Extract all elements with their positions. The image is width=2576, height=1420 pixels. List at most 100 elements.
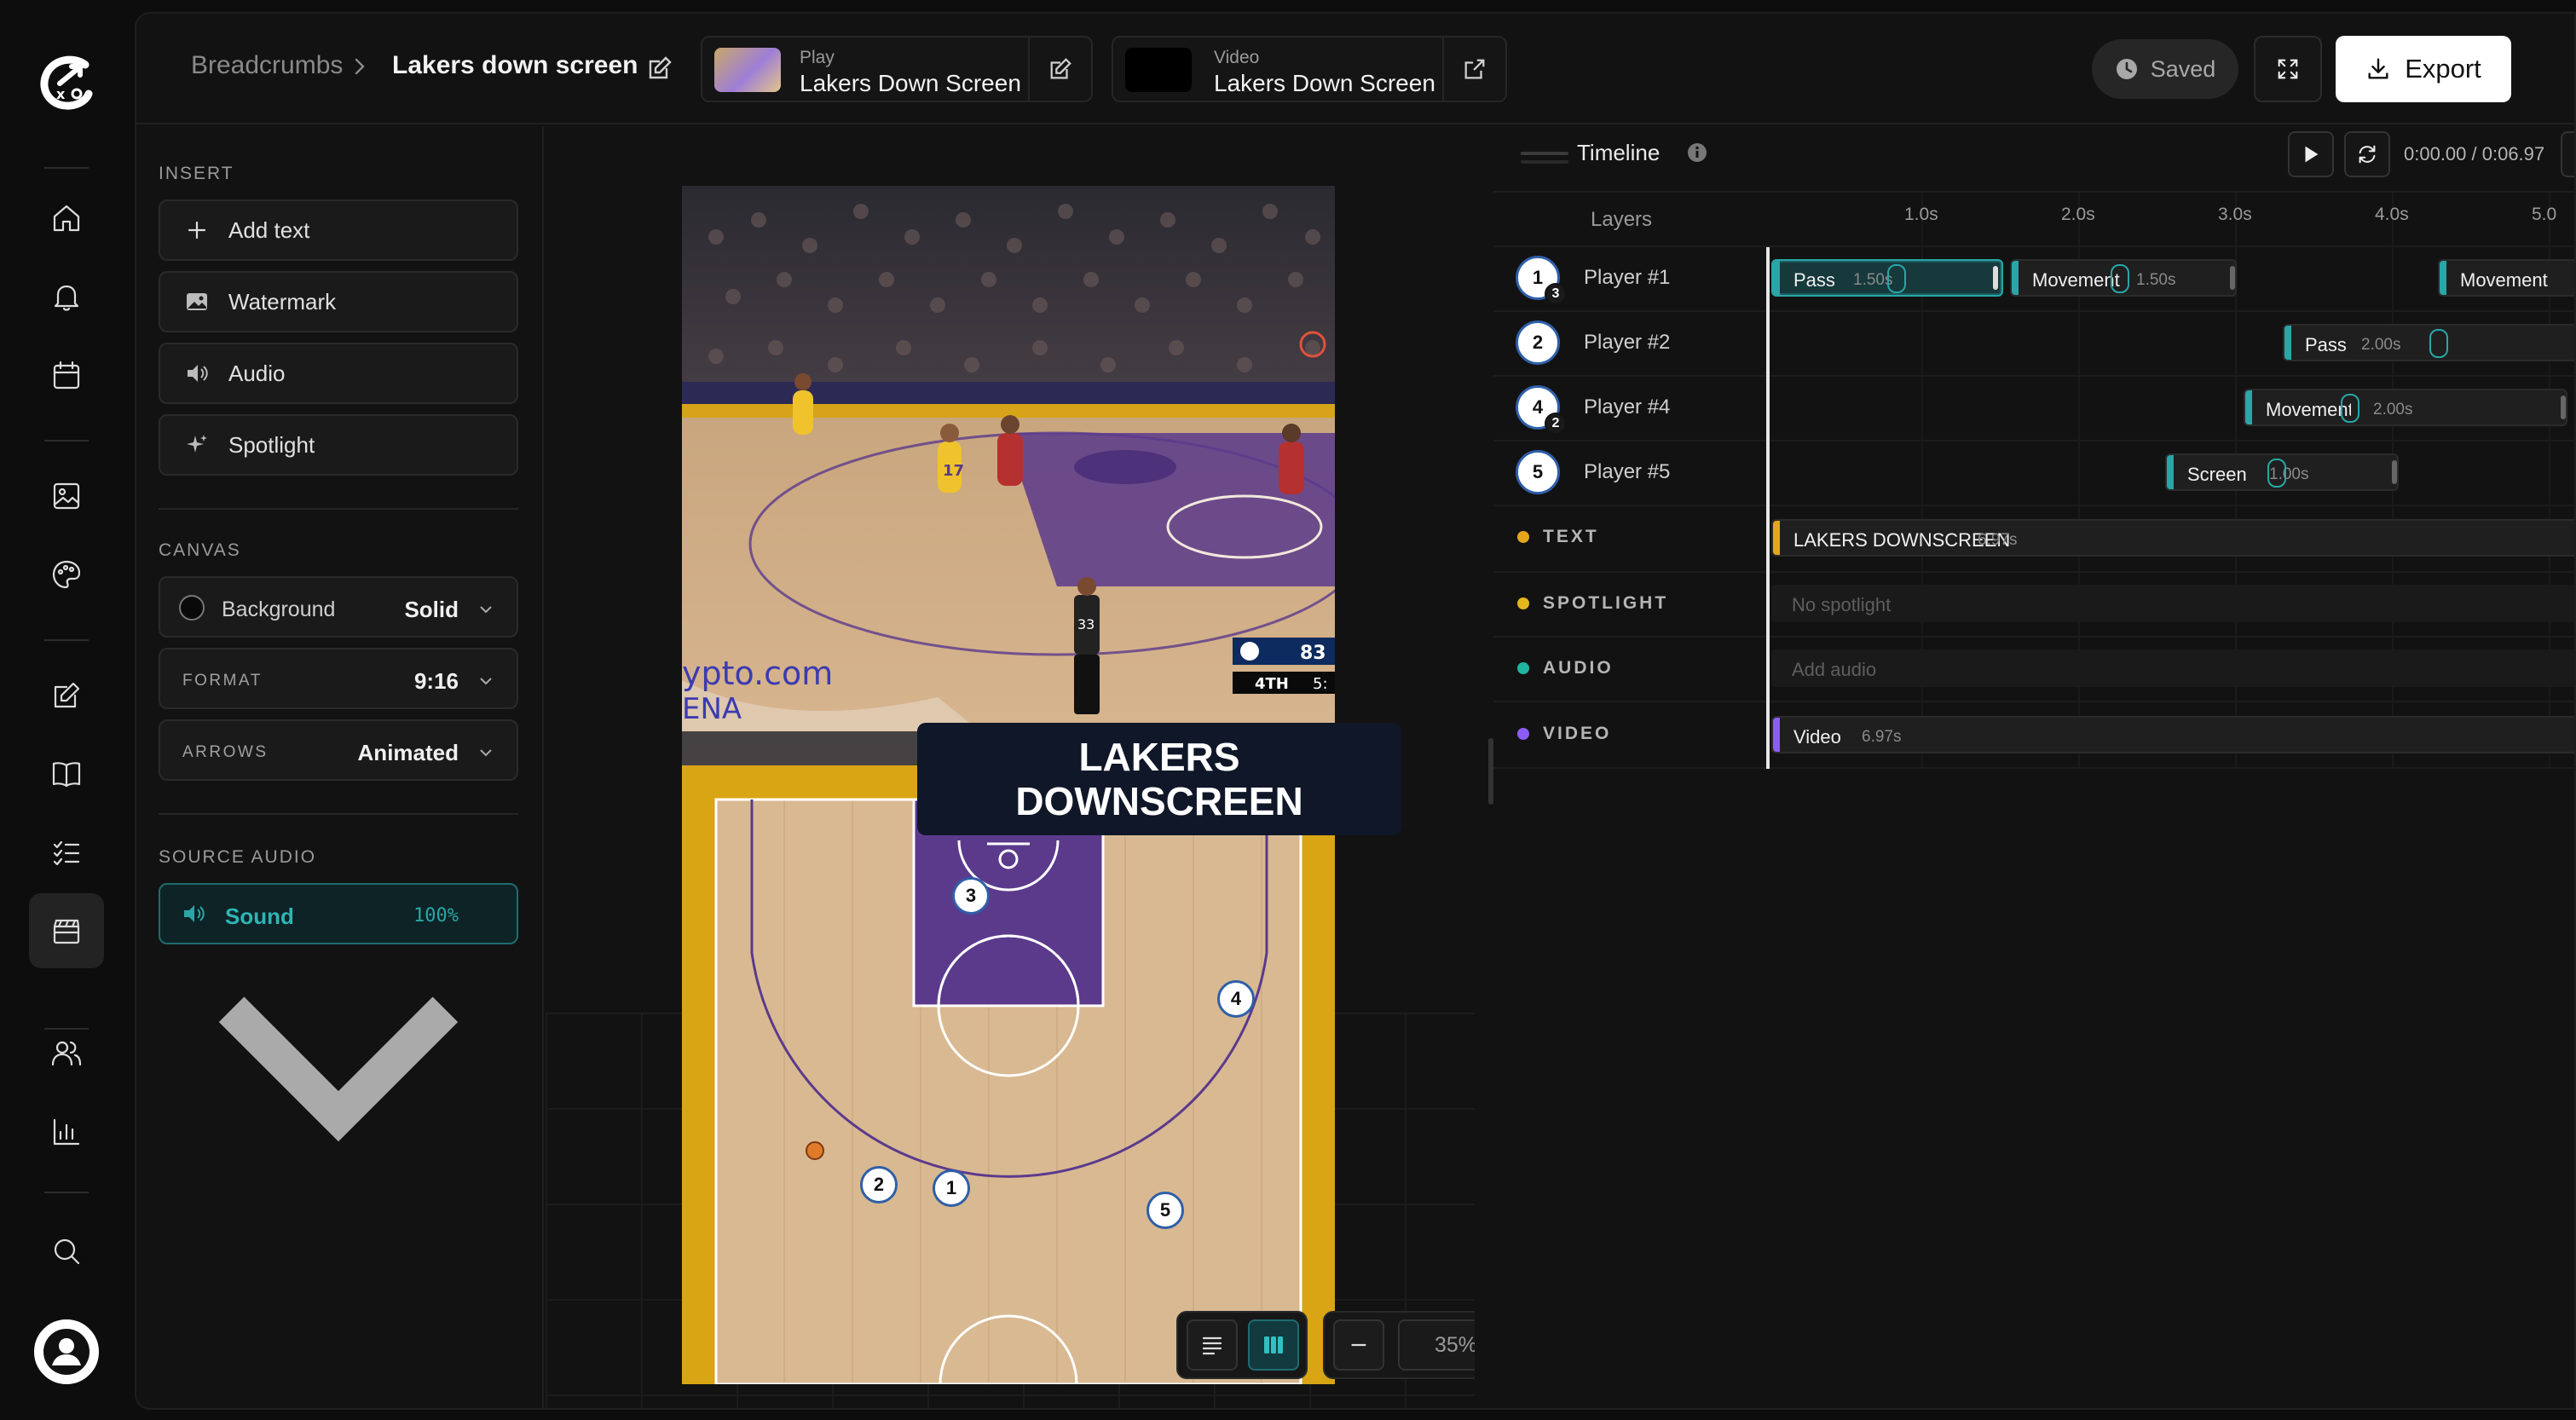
edit-play-button[interactable] xyxy=(1028,38,1091,101)
audio-button[interactable]: Audio xyxy=(159,343,518,404)
open-video-button[interactable] xyxy=(1442,38,1505,101)
clip-player1-movement[interactable]: Movement 1.50s xyxy=(2010,259,2237,297)
clip-handle-left[interactable] xyxy=(2167,455,2174,489)
arena-ad-text: ypto.com xyxy=(682,655,833,692)
clapperboard-icon[interactable] xyxy=(29,893,104,968)
jersey-number: 17 xyxy=(943,462,964,480)
clip-handle-right[interactable] xyxy=(2392,460,2397,484)
court-player-4[interactable]: 4 xyxy=(1217,980,1255,1018)
timeline-drag-handle[interactable] xyxy=(1521,152,1568,155)
layer-player-5-marker[interactable]: 5 xyxy=(1516,450,1560,494)
clip-handle-right[interactable] xyxy=(2561,395,2566,419)
clip-keyframe-handle[interactable] xyxy=(2429,329,2448,358)
avatar[interactable] xyxy=(34,1319,99,1384)
clip-player4-movement[interactable]: Movement 2.00s xyxy=(2244,389,2567,426)
clip-handle-left[interactable] xyxy=(2245,390,2252,424)
clip-handle-left[interactable] xyxy=(1773,718,1780,752)
clip-keyframe-handle[interactable] xyxy=(2267,459,2286,488)
clip-handle-left[interactable] xyxy=(1773,261,1780,295)
clip-handle-left[interactable] xyxy=(2012,261,2019,295)
layer-player-2-marker[interactable]: 2 xyxy=(1516,320,1560,365)
expand-icon xyxy=(2278,59,2298,79)
clip-video[interactable]: Video 6.97s xyxy=(1771,716,2574,753)
clip-handle-right[interactable] xyxy=(1993,266,1998,290)
loop-button[interactable] xyxy=(2344,131,2390,177)
fullscreen-button[interactable] xyxy=(2254,36,2322,102)
app-logo-icon[interactable]: x xyxy=(34,49,99,114)
audio-track[interactable]: Add audio xyxy=(1771,649,2574,687)
settings-panel: INSERT Add text Watermark Audio Spotligh… xyxy=(136,126,544,1408)
layer-player-5-name[interactable]: Player #5 xyxy=(1584,460,1670,484)
edit-title-icon[interactable] xyxy=(646,55,673,82)
arrows-select[interactable]: ARROWS Animated xyxy=(159,719,518,781)
clip-player2-pass[interactable]: Pass 2.00s xyxy=(2283,324,2574,361)
clip-keyframe-handle[interactable] xyxy=(1887,264,1906,293)
format-label: FORMAT xyxy=(182,672,263,690)
text-view-button[interactable] xyxy=(1187,1319,1238,1371)
background-color-swatch[interactable] xyxy=(179,595,205,621)
zoom-out-button[interactable] xyxy=(1333,1319,1384,1371)
zoom-level[interactable]: 35% xyxy=(1398,1319,1475,1371)
row-divider xyxy=(1493,571,2574,573)
edit-icon[interactable] xyxy=(38,667,95,724)
video-frame[interactable]: ypto.com ENA 17 33 83 4TH 5: xyxy=(682,186,1335,765)
chart-icon[interactable] xyxy=(38,1103,95,1161)
spotlight-button[interactable]: Spotlight xyxy=(159,414,518,476)
clip-handle-left[interactable] xyxy=(2440,261,2446,295)
home-icon[interactable] xyxy=(38,189,95,247)
export-button[interactable]: Export xyxy=(2336,36,2511,102)
watermark-button[interactable]: Watermark xyxy=(159,271,518,332)
rail-divider xyxy=(44,440,89,442)
sound-volume: 100% xyxy=(413,905,459,926)
image-icon[interactable] xyxy=(38,467,95,525)
court-diagram[interactable] xyxy=(682,765,1335,1384)
more-options-button[interactable] xyxy=(2561,131,2574,177)
quarter: 4TH xyxy=(1255,675,1289,693)
court-player-3[interactable]: 3 xyxy=(952,877,990,915)
layer-player-4-name[interactable]: Player #4 xyxy=(1584,395,1670,419)
court-player-1[interactable]: 1 xyxy=(933,1169,970,1207)
info-icon[interactable] xyxy=(1686,141,1708,164)
clip-text-overlay[interactable]: LAKERS DOWNSCREEN 6.97s xyxy=(1771,519,2574,557)
calendar-icon[interactable] xyxy=(38,346,95,404)
format-select[interactable]: FORMAT 9:16 xyxy=(159,648,518,709)
clip-player1-movement-2[interactable]: Movement xyxy=(2438,259,2574,297)
search-icon[interactable] xyxy=(38,1222,95,1280)
palette-icon[interactable] xyxy=(38,545,95,603)
text-overlay[interactable]: LAKERS DOWNSCREEN xyxy=(917,723,1401,835)
play-button[interactable] xyxy=(2288,131,2334,177)
clip-handle-right[interactable] xyxy=(2230,266,2235,290)
clip-handle-left[interactable] xyxy=(1773,521,1780,555)
sound-select[interactable]: Sound 100% xyxy=(159,883,518,1142)
video-card[interactable]: Video Lakers Down Screen xyxy=(1112,36,1507,102)
bell-icon[interactable] xyxy=(38,268,95,326)
spotlight-category-label: SPOTLIGHT xyxy=(1543,593,1669,613)
layer-player-1-name[interactable]: Player #1 xyxy=(1584,266,1670,290)
add-text-button[interactable]: Add text xyxy=(159,199,518,261)
clip-keyframe-handle[interactable] xyxy=(2111,264,2129,293)
playhead[interactable] xyxy=(1766,247,1770,769)
clip-label: Video xyxy=(1793,726,1841,748)
clip-handle-left[interactable] xyxy=(2284,326,2291,360)
users-icon[interactable] xyxy=(38,1025,95,1082)
breadcrumb-root[interactable]: Breadcrumbs xyxy=(191,51,343,80)
court-player-5[interactable]: 5 xyxy=(1146,1192,1184,1229)
clip-player1-pass[interactable]: Pass 1.50s xyxy=(1771,259,2003,297)
layers-label: Layers xyxy=(1591,208,1653,231)
row-divider xyxy=(1493,440,2574,442)
book-icon[interactable] xyxy=(38,745,95,803)
spotlight-track[interactable]: No spotlight xyxy=(1771,585,2574,622)
court-player-2[interactable]: 2 xyxy=(860,1166,898,1204)
clip-keyframe-handle[interactable] xyxy=(2341,394,2359,423)
layer-player-2-name[interactable]: Player #2 xyxy=(1584,331,1670,355)
external-link-icon xyxy=(1464,59,1485,79)
play-card[interactable]: Play Lakers Down Screen xyxy=(701,36,1093,102)
panel-resize-handle[interactable] xyxy=(1488,738,1493,805)
checklist-icon[interactable] xyxy=(38,823,95,881)
rail-divider xyxy=(44,167,89,169)
background-select[interactable]: Background Solid xyxy=(159,576,518,638)
clip-duration: 1.50s xyxy=(2136,271,2176,289)
format-value: 9:16 xyxy=(413,668,459,694)
clip-player5-screen[interactable]: Screen 1.00s xyxy=(2165,453,2399,491)
columns-view-button[interactable] xyxy=(1248,1319,1299,1371)
